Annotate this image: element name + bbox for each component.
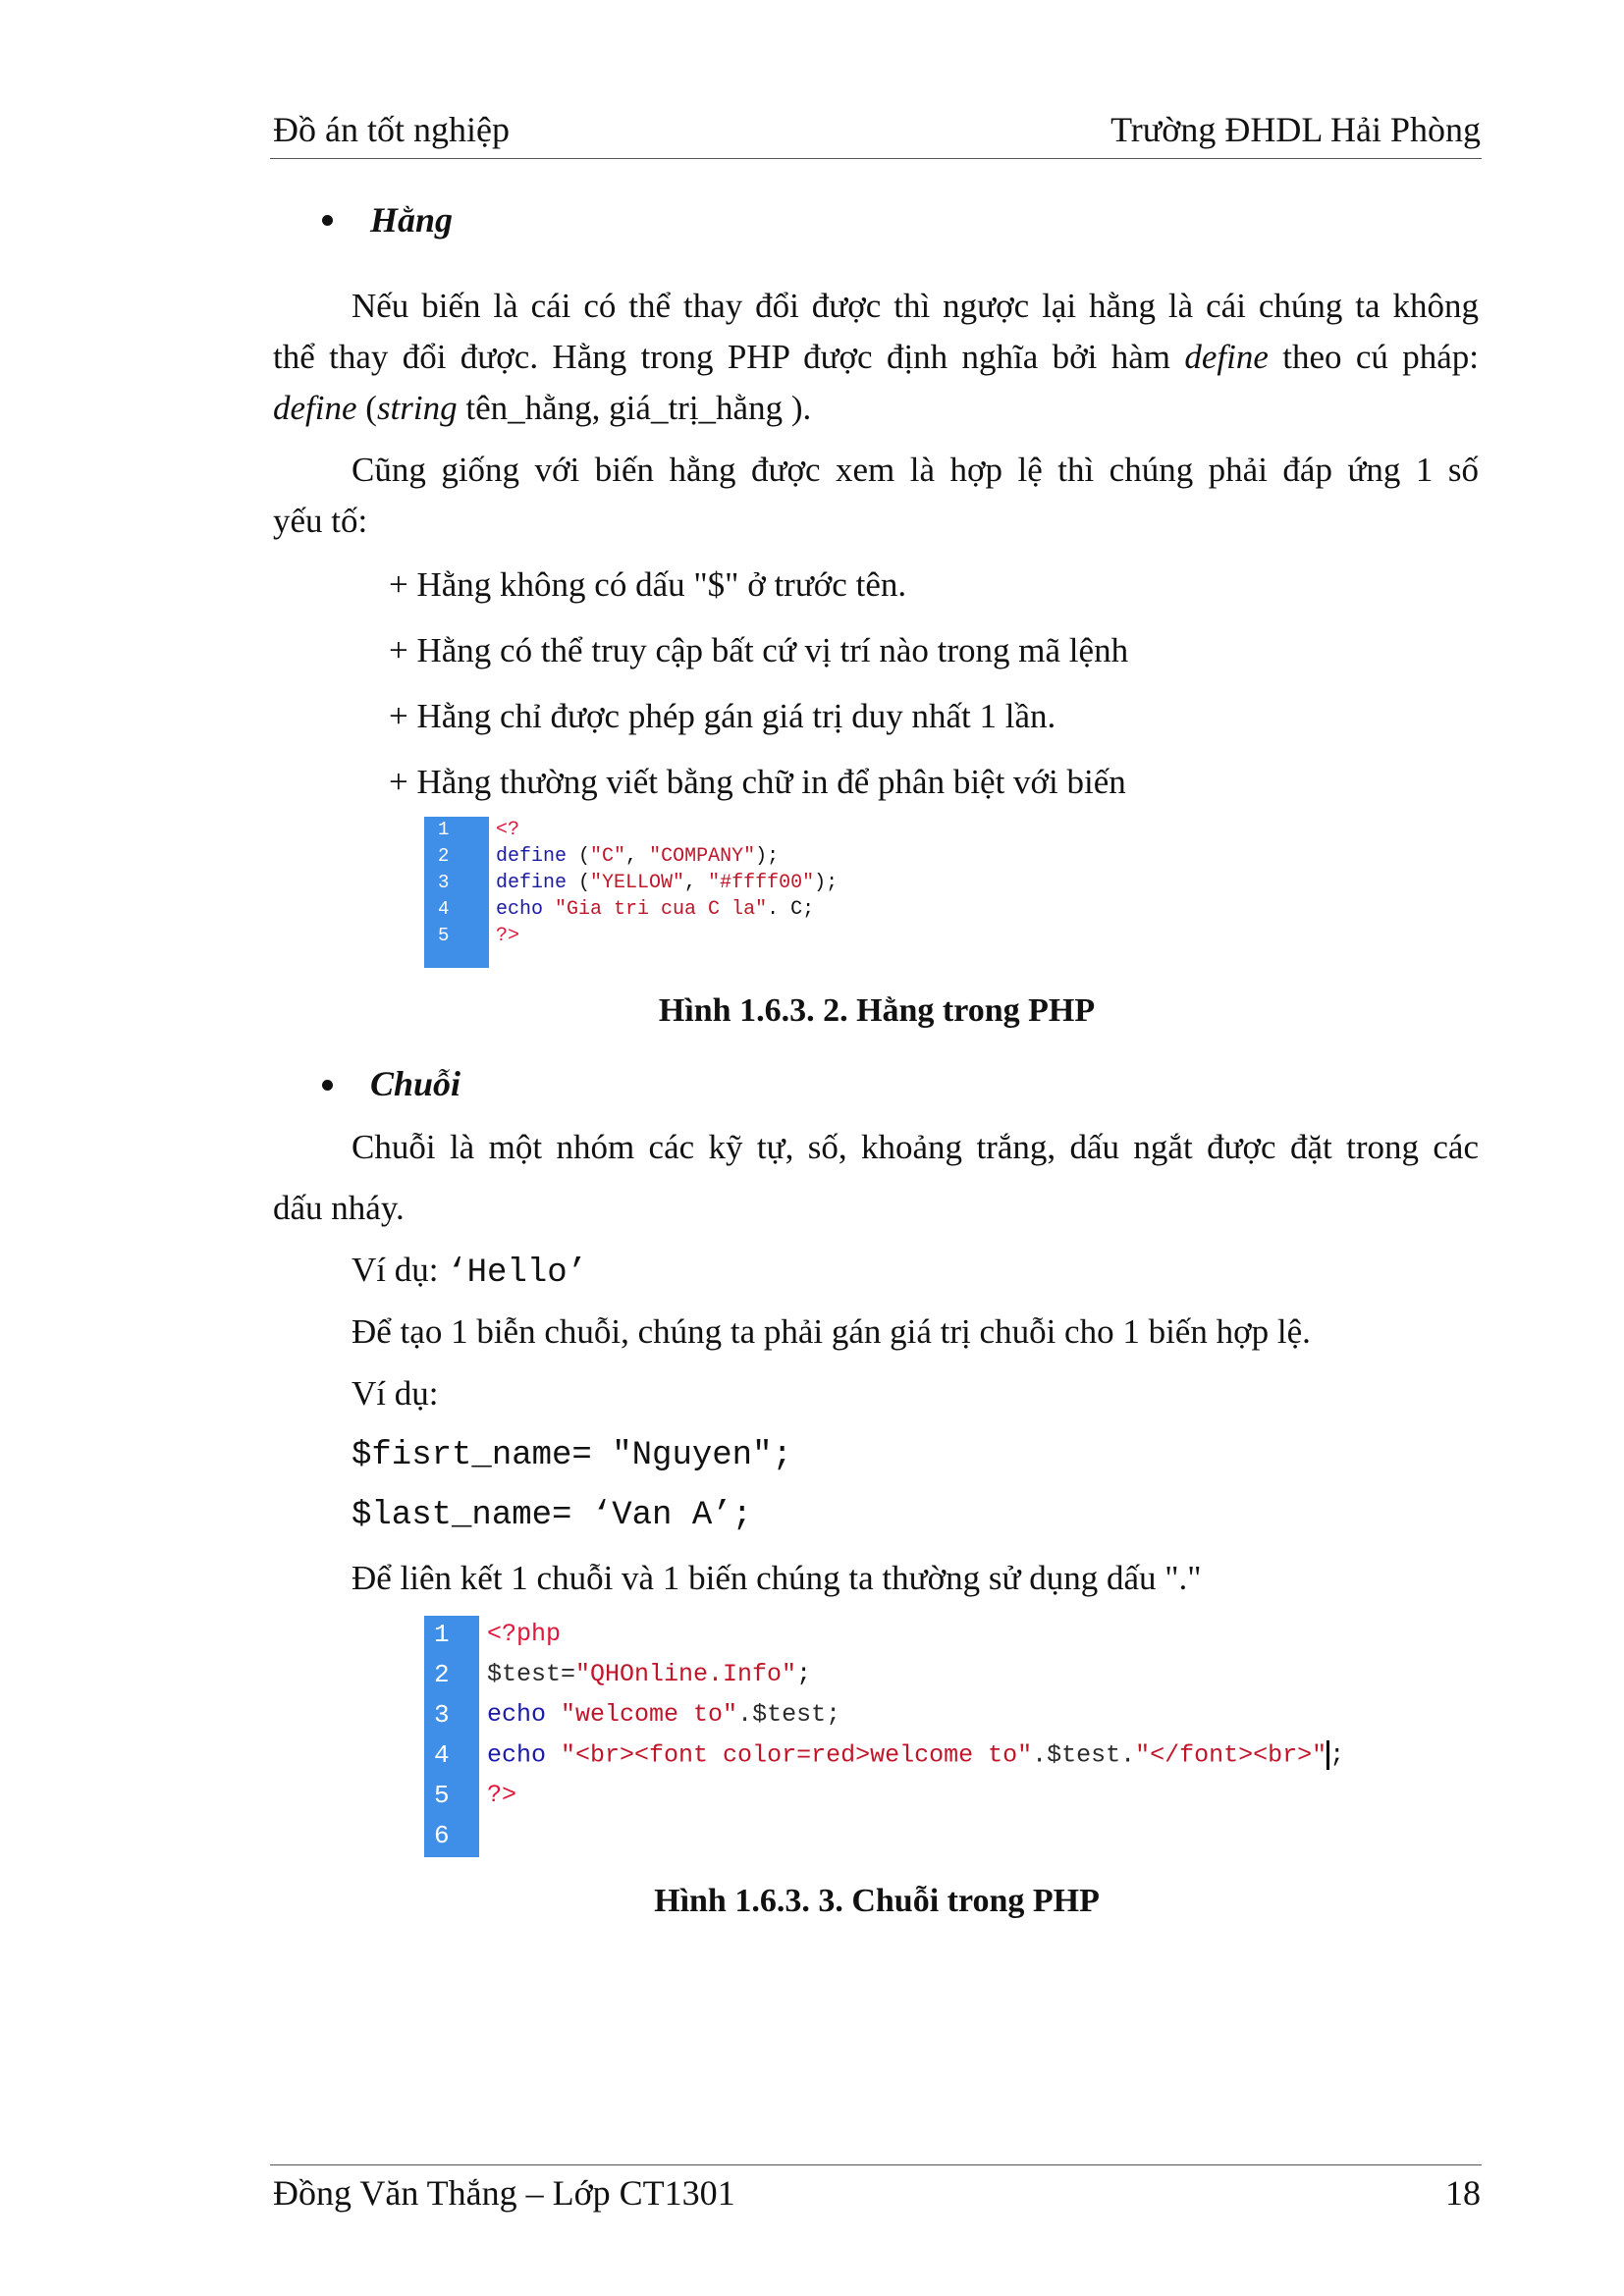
hang-p2-line-1: Cũng giống với biến hằng được xem là hợp… (352, 451, 1479, 489)
code-token: ); (814, 872, 839, 894)
hang-paragraph-2: Cũng giống với biến hằng được xem là hợp… (273, 445, 1479, 547)
code-token: echo (487, 1740, 547, 1770)
code-token: .$test; (737, 1700, 841, 1729)
code-token: "</font><br>" (1135, 1740, 1327, 1770)
text-span: ( (356, 389, 377, 427)
code-token: <?php (487, 1620, 562, 1648)
header-rule (270, 158, 1482, 159)
bullet-icon (322, 1080, 333, 1091)
text-span: thể thay đổi được. Hằng trong PHP được đ… (273, 338, 1185, 376)
code-line-5: ?> (487, 1781, 516, 1809)
line-number: 1 (434, 1620, 450, 1649)
chuoi-paragraph-2: Để tạo 1 biễn chuỗi, chúng ta phải gán g… (352, 1312, 1311, 1351)
define-italic: define (1184, 338, 1269, 376)
hang-rule-3: + Hằng chỉ được phép gán giá trị duy nhấ… (389, 697, 1056, 735)
text-span: theo cú pháp: (1268, 338, 1479, 376)
hang-p2-line-2: yếu tố: (273, 502, 368, 540)
code-token: "YELLOW" (590, 872, 685, 894)
code-token: .$test. (1032, 1740, 1136, 1770)
header-right: Trường ĐHDL Hải Phòng (1110, 110, 1481, 149)
code-token: define (496, 845, 568, 868)
hang-rule-4: + Hằng thường viết bằng chữ in để phân b… (389, 763, 1126, 801)
code-line-2: define ("C", "COMPANY"); (496, 845, 779, 868)
code-token: "QHOnline.Info" (575, 1660, 797, 1688)
chuoi-p1-line-2: dấu nháy. (273, 1189, 405, 1227)
code-line-4: echo "<br><font color=red>welcome to".$t… (487, 1740, 1344, 1770)
code-inline: ‘Hello’ (447, 1255, 588, 1292)
code-token: . C; (767, 898, 815, 921)
code-line-3: define ("YELLOW", "#ffff00"); (496, 872, 838, 894)
chuoi-paragraph-3: Để liên kết 1 chuỗi và 1 biến chúng ta t… (352, 1559, 1202, 1597)
hang-paragraph-1: Nếu biến là cái có thể thay đổi được thì… (273, 281, 1479, 434)
chuoi-paragraph-1: Chuỗi là một nhóm các kỹ tự, số, khoảng … (273, 1117, 1479, 1239)
code-token: <? (496, 819, 520, 841)
code-token: ; (1329, 1740, 1345, 1770)
code-token: , (684, 872, 709, 894)
line-number: 5 (438, 925, 450, 946)
chuoi-code-line-1: $fisrt_name= "Nguyen"; (352, 1437, 792, 1474)
code-token: "COMPANY" (649, 845, 756, 868)
header-left: Đồ án tốt nghiệp (273, 110, 510, 149)
line-number: 3 (434, 1700, 450, 1730)
chuoi-example-1: Ví dụ: ‘Hello’ (352, 1245, 587, 1299)
text-span: Ví dụ: (352, 1251, 448, 1289)
code-line-3: echo "welcome to".$test; (487, 1700, 840, 1729)
chuoi-p1-line-1: Chuỗi là một nhóm các kỹ tự, số, khoảng … (352, 1128, 1479, 1166)
line-number-gutter (424, 817, 489, 968)
line-number: 3 (438, 872, 450, 893)
code-token: ( (567, 872, 591, 894)
code-line-4: echo "Gia tri cua C la". C; (496, 898, 814, 921)
hang-p1-line-2: thể thay đổi được. Hằng trong PHP được đ… (273, 332, 1479, 383)
code-token: ?> (496, 925, 520, 947)
hang-rule-1: + Hằng không có dấu "$" ở trước tên. (389, 565, 907, 604)
code-token: "Gia tri cua C la" (555, 898, 768, 921)
text-span: tên_hằng, giá_trị_hằng ). (457, 389, 812, 427)
code-figure-chuoi: 1 2 3 4 5 6 <?php $test="QHOnline.Info";… (424, 1616, 1344, 1857)
code-token: ); (755, 845, 780, 868)
code-line-2: $test="QHOnline.Info"; (487, 1660, 811, 1688)
line-number: 1 (438, 819, 450, 840)
line-number: 5 (434, 1781, 450, 1810)
figure-caption-hang: Hình 1.6.3. 2. Hằng trong PHP (658, 992, 1096, 1029)
figure-caption-chuoi: Hình 1.6.3. 3. Chuỗi trong PHP (654, 1883, 1100, 1919)
hang-p1-line-3: define (string tên_hằng, giá_trị_hằng ). (273, 383, 1479, 434)
code-figure-hang: 1 2 3 4 5 <? define ("C", "COMPANY"); de… (424, 817, 935, 968)
code-token: echo (496, 898, 544, 921)
chuoi-example-2-label: Ví dụ: (352, 1374, 439, 1413)
footer-rule (270, 2164, 1482, 2165)
define-italic: define (273, 389, 357, 427)
code-line-1: <?php (487, 1620, 561, 1648)
code-line-5: ?> (496, 925, 519, 947)
code-token: ; (796, 1660, 812, 1688)
hang-rule-2: + Hằng có thể truy cập bất cứ vị trí nào… (389, 631, 1129, 669)
code-token: define (496, 872, 568, 894)
section-title-chuoi: Chuỗi (370, 1064, 461, 1103)
code-token: ( (567, 845, 591, 868)
code-token: "<br><font color=red>welcome to" (561, 1740, 1033, 1770)
bullet-icon (322, 215, 333, 226)
code-token: ?> (487, 1781, 517, 1809)
footer-author: Đồng Văn Thắng – Lớp CT1301 (273, 2173, 735, 2213)
code-token: "welcome to" (561, 1700, 738, 1729)
chuoi-code-line-2: $last_name= ‘Van A’; (352, 1497, 753, 1534)
page-number: 18 (1445, 2173, 1481, 2213)
line-number: 4 (434, 1740, 450, 1770)
line-number: 4 (438, 898, 450, 920)
line-number: 2 (438, 845, 450, 867)
code-token: "C" (590, 845, 626, 868)
hang-p1-line-1: Nếu biến là cái có thể thay đổi được thì… (352, 287, 1479, 325)
code-token: echo (487, 1700, 547, 1729)
code-token: , (625, 845, 650, 868)
section-title-hang: Hằng (370, 200, 454, 240)
code-line-1: <? (496, 819, 519, 841)
line-number: 2 (434, 1660, 450, 1689)
line-number: 6 (434, 1821, 450, 1850)
line-number-gutter (424, 1616, 479, 1857)
code-token: $test= (487, 1660, 576, 1688)
string-italic: string (376, 389, 458, 427)
code-token: "#ffff00" (708, 872, 815, 894)
